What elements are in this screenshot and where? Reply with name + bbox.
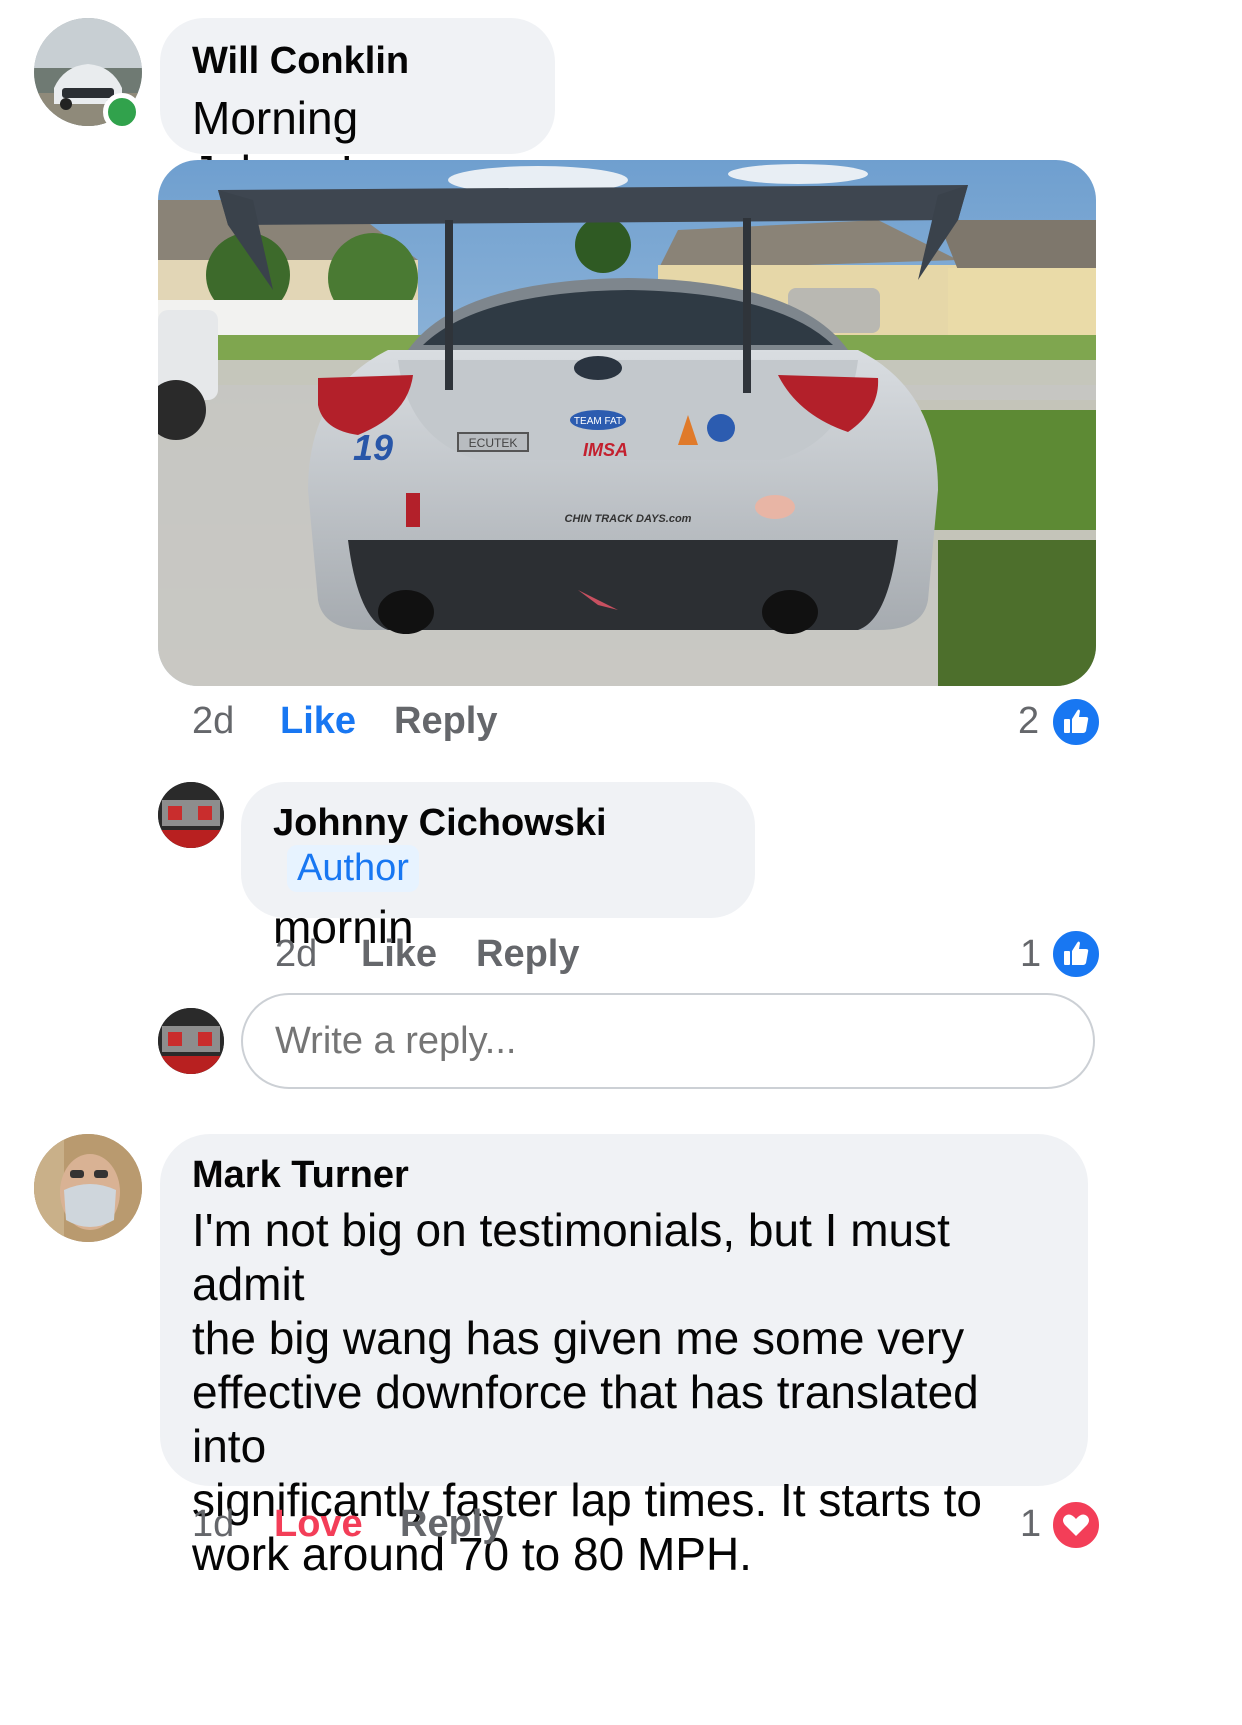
reply-bubble: Johnny CichowskiAuthor mornin (241, 782, 755, 953)
reply-meta: 2d (275, 933, 317, 976)
comment-time[interactable]: 1d (192, 1503, 234, 1545)
reply-input[interactable] (241, 993, 1095, 1089)
photo-sticker-bumper: CHIN TRACK DAYS.com (565, 513, 692, 525)
photo-sticker-number: 19 (353, 427, 393, 468)
reply-reply-button[interactable]: Reply (476, 933, 579, 976)
reply-author[interactable]: Johnny Cichowski (273, 802, 607, 844)
reply-button[interactable]: Reply (394, 700, 497, 743)
like-button[interactable]: Like (280, 700, 356, 743)
comment-photo[interactable]: 19 ECUTEK TEAM FAT IMSA CHIN TRACK DAYS.… (158, 160, 1096, 686)
reply-time[interactable]: 2d (275, 933, 317, 975)
comment-bubble: Will Conklin Morning Johnny! (160, 18, 555, 198)
comment-text-line: the big wang has given me some very (192, 1312, 965, 1364)
avatar-current-user (158, 1008, 224, 1074)
comment-time[interactable]: 2d (192, 700, 234, 742)
reply-like-button[interactable]: Like (361, 933, 437, 976)
photo-sticker-imsa: IMSA (583, 440, 628, 460)
reaction-count[interactable]: 2 (1018, 700, 1039, 743)
love-button[interactable]: Love (274, 1503, 363, 1546)
online-indicator (103, 93, 141, 131)
like-icon[interactable] (1051, 697, 1101, 747)
photo-plate-text: ECUTEK (469, 436, 518, 450)
comment-author[interactable]: Mark Turner (192, 1154, 1056, 1197)
comment-text-line: effective downforce that has translated … (192, 1366, 979, 1472)
author-badge: Author (287, 845, 419, 892)
photo-sticker-team: TEAM FAT (574, 416, 622, 427)
like-icon[interactable] (1051, 929, 1101, 979)
avatar-johnny-cichowski[interactable] (158, 782, 224, 848)
reply-header: Johnny CichowskiAuthor (273, 802, 723, 892)
reaction-count[interactable]: 1 (1020, 1503, 1041, 1546)
comment-author[interactable]: Will Conklin (192, 40, 523, 83)
comment-text-line: I'm not big on testimonials, but I must … (192, 1204, 950, 1310)
avatar-mark-turner[interactable] (34, 1134, 142, 1242)
love-icon[interactable] (1051, 1500, 1101, 1550)
comment-bubble: Mark Turner I'm not big on testimonials,… (160, 1134, 1088, 1580)
reply-button[interactable]: Reply (400, 1503, 503, 1546)
reply-reaction-count[interactable]: 1 (1020, 933, 1041, 976)
comment-meta: 1d (192, 1503, 234, 1546)
comment-meta: 2d (192, 700, 234, 743)
